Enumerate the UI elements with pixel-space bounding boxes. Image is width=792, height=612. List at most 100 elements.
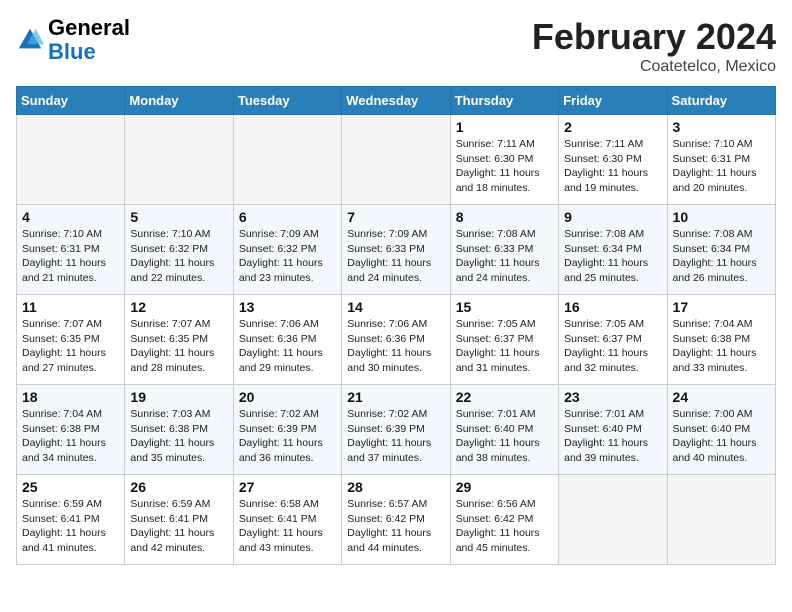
day-info: Sunrise: 7:09 AM Sunset: 6:32 PM Dayligh… — [239, 227, 336, 286]
calendar-cell: 26 Sunrise: 6:59 AM Sunset: 6:41 PM Dayli… — [125, 475, 233, 565]
day-number: 19 — [130, 389, 227, 405]
calendar-cell: 16 Sunrise: 7:05 AM Sunset: 6:37 PM Dayli… — [559, 295, 667, 385]
day-number: 26 — [130, 479, 227, 495]
calendar-cell: 23 Sunrise: 7:01 AM Sunset: 6:40 PM Dayli… — [559, 385, 667, 475]
calendar-cell: 29 Sunrise: 6:56 AM Sunset: 6:42 PM Dayli… — [450, 475, 558, 565]
week-row-3: 11 Sunrise: 7:07 AM Sunset: 6:35 PM Dayli… — [17, 295, 776, 385]
calendar-cell: 1 Sunrise: 7:11 AM Sunset: 6:30 PM Daylig… — [450, 115, 558, 205]
day-number: 10 — [673, 209, 770, 225]
day-number: 12 — [130, 299, 227, 315]
calendar-cell: 22 Sunrise: 7:01 AM Sunset: 6:40 PM Dayli… — [450, 385, 558, 475]
logo-icon — [16, 26, 44, 54]
calendar-cell: 19 Sunrise: 7:03 AM Sunset: 6:38 PM Dayli… — [125, 385, 233, 475]
calendar-cell: 20Sunrise: 7:02 AM Sunset: 6:39 PM Dayli… — [233, 385, 341, 475]
day-number: 3 — [673, 119, 770, 135]
day-number: 5 — [130, 209, 227, 225]
week-row-5: 25 Sunrise: 6:59 AM Sunset: 6:41 PM Dayli… — [17, 475, 776, 565]
day-number: 4 — [22, 209, 119, 225]
day-number: 8 — [456, 209, 553, 225]
month-year: February 2024 — [532, 16, 776, 58]
day-number: 14 — [347, 299, 444, 315]
day-info: Sunrise: 7:02 AM Sunset: 6:39 PM Dayligh… — [239, 407, 336, 466]
day-info: Sunrise: 6:56 AM Sunset: 6:42 PM Dayligh… — [456, 497, 553, 556]
day-number: 24 — [673, 389, 770, 405]
day-number: 16 — [564, 299, 661, 315]
calendar-cell: 4 Sunrise: 7:10 AM Sunset: 6:31 PM Daylig… — [17, 205, 125, 295]
day-number: 11 — [22, 299, 119, 315]
day-number: 18 — [22, 389, 119, 405]
day-number: 29 — [456, 479, 553, 495]
day-info: Sunrise: 6:59 AM Sunset: 6:41 PM Dayligh… — [22, 497, 119, 556]
calendar-cell: 15 Sunrise: 7:05 AM Sunset: 6:37 PM Dayli… — [450, 295, 558, 385]
day-number: 23 — [564, 389, 661, 405]
day-info: Sunrise: 7:00 AM Sunset: 6:40 PM Dayligh… — [673, 407, 770, 466]
day-info: Sunrise: 7:01 AM Sunset: 6:40 PM Dayligh… — [456, 407, 553, 466]
day-info: Sunrise: 7:09 AM Sunset: 6:33 PM Dayligh… — [347, 227, 444, 286]
calendar-cell: 5 Sunrise: 7:10 AM Sunset: 6:32 PM Daylig… — [125, 205, 233, 295]
calendar-cell: 25 Sunrise: 6:59 AM Sunset: 6:41 PM Dayli… — [17, 475, 125, 565]
calendar-cell: 14Sunrise: 7:06 AM Sunset: 6:36 PM Dayli… — [342, 295, 450, 385]
day-info: Sunrise: 7:04 AM Sunset: 6:38 PM Dayligh… — [673, 317, 770, 376]
location: Coatetelco, Mexico — [532, 58, 776, 76]
calendar-cell — [125, 115, 233, 205]
day-number: 28 — [347, 479, 444, 495]
calendar-cell: 10 Sunrise: 7:08 AM Sunset: 6:34 PM Dayli… — [667, 205, 775, 295]
day-number: 22 — [456, 389, 553, 405]
calendar-cell: 9 Sunrise: 7:08 AM Sunset: 6:34 PM Daylig… — [559, 205, 667, 295]
calendar-cell — [559, 475, 667, 565]
day-number: 15 — [456, 299, 553, 315]
day-number: 21 — [347, 389, 444, 405]
day-info: Sunrise: 7:02 AM Sunset: 6:39 PM Dayligh… — [347, 407, 444, 466]
day-number: 1 — [456, 119, 553, 135]
calendar-cell: 24 Sunrise: 7:00 AM Sunset: 6:40 PM Dayli… — [667, 385, 775, 475]
day-header-friday: Friday — [559, 87, 667, 115]
day-info: Sunrise: 7:07 AM Sunset: 6:35 PM Dayligh… — [22, 317, 119, 376]
day-info: Sunrise: 6:59 AM Sunset: 6:41 PM Dayligh… — [130, 497, 227, 556]
calendar-table: SundayMondayTuesdayWednesdayThursdayFrid… — [16, 86, 776, 565]
day-header-thursday: Thursday — [450, 87, 558, 115]
page-header: General Blue February 2024 Coatetelco, M… — [16, 16, 776, 76]
calendar-cell: 6 Sunrise: 7:09 AM Sunset: 6:32 PM Daylig… — [233, 205, 341, 295]
day-info: Sunrise: 7:05 AM Sunset: 6:37 PM Dayligh… — [456, 317, 553, 376]
calendar-cell: 2Sunrise: 7:11 AM Sunset: 6:30 PM Daylig… — [559, 115, 667, 205]
day-info: Sunrise: 7:10 AM Sunset: 6:31 PM Dayligh… — [673, 137, 770, 196]
logo-text: General Blue — [48, 16, 130, 64]
day-header-sunday: Sunday — [17, 87, 125, 115]
day-header-monday: Monday — [125, 87, 233, 115]
calendar-cell: 27 Sunrise: 6:58 AM Sunset: 6:41 PM Dayli… — [233, 475, 341, 565]
calendar-cell: 8 Sunrise: 7:08 AM Sunset: 6:33 PM Daylig… — [450, 205, 558, 295]
day-info: Sunrise: 7:10 AM Sunset: 6:32 PM Dayligh… — [130, 227, 227, 286]
week-row-2: 4 Sunrise: 7:10 AM Sunset: 6:31 PM Daylig… — [17, 205, 776, 295]
day-info: Sunrise: 7:08 AM Sunset: 6:34 PM Dayligh… — [564, 227, 661, 286]
day-info: Sunrise: 7:10 AM Sunset: 6:31 PM Dayligh… — [22, 227, 119, 286]
calendar-cell: 12 Sunrise: 7:07 AM Sunset: 6:35 PM Dayli… — [125, 295, 233, 385]
calendar-cell: 21 Sunrise: 7:02 AM Sunset: 6:39 PM Dayli… — [342, 385, 450, 475]
day-header-wednesday: Wednesday — [342, 87, 450, 115]
week-row-1: 1 Sunrise: 7:11 AM Sunset: 6:30 PM Daylig… — [17, 115, 776, 205]
calendar-cell: 7 Sunrise: 7:09 AM Sunset: 6:33 PM Daylig… — [342, 205, 450, 295]
day-header-saturday: Saturday — [667, 87, 775, 115]
day-number: 13 — [239, 299, 336, 315]
day-info: Sunrise: 7:11 AM Sunset: 6:30 PM Dayligh… — [564, 137, 661, 196]
day-info: Sunrise: 7:03 AM Sunset: 6:38 PM Dayligh… — [130, 407, 227, 466]
calendar-cell: 17Sunrise: 7:04 AM Sunset: 6:38 PM Dayli… — [667, 295, 775, 385]
day-info: Sunrise: 6:57 AM Sunset: 6:42 PM Dayligh… — [347, 497, 444, 556]
day-info: Sunrise: 7:06 AM Sunset: 6:36 PM Dayligh… — [239, 317, 336, 376]
day-info: Sunrise: 7:08 AM Sunset: 6:33 PM Dayligh… — [456, 227, 553, 286]
day-info: Sunrise: 7:07 AM Sunset: 6:35 PM Dayligh… — [130, 317, 227, 376]
week-row-4: 18Sunrise: 7:04 AM Sunset: 6:38 PM Dayli… — [17, 385, 776, 475]
calendar-cell — [17, 115, 125, 205]
day-info: Sunrise: 7:08 AM Sunset: 6:34 PM Dayligh… — [673, 227, 770, 286]
day-header-tuesday: Tuesday — [233, 87, 341, 115]
day-info: Sunrise: 7:01 AM Sunset: 6:40 PM Dayligh… — [564, 407, 661, 466]
day-info: Sunrise: 6:58 AM Sunset: 6:41 PM Dayligh… — [239, 497, 336, 556]
day-info: Sunrise: 7:11 AM Sunset: 6:30 PM Dayligh… — [456, 137, 553, 196]
day-number: 9 — [564, 209, 661, 225]
day-number: 25 — [22, 479, 119, 495]
day-number: 27 — [239, 479, 336, 495]
day-number: 6 — [239, 209, 336, 225]
calendar-cell: 11 Sunrise: 7:07 AM Sunset: 6:35 PM Dayli… — [17, 295, 125, 385]
calendar-cell: 28 Sunrise: 6:57 AM Sunset: 6:42 PM Dayli… — [342, 475, 450, 565]
day-number: 7 — [347, 209, 444, 225]
day-info: Sunrise: 7:05 AM Sunset: 6:37 PM Dayligh… — [564, 317, 661, 376]
